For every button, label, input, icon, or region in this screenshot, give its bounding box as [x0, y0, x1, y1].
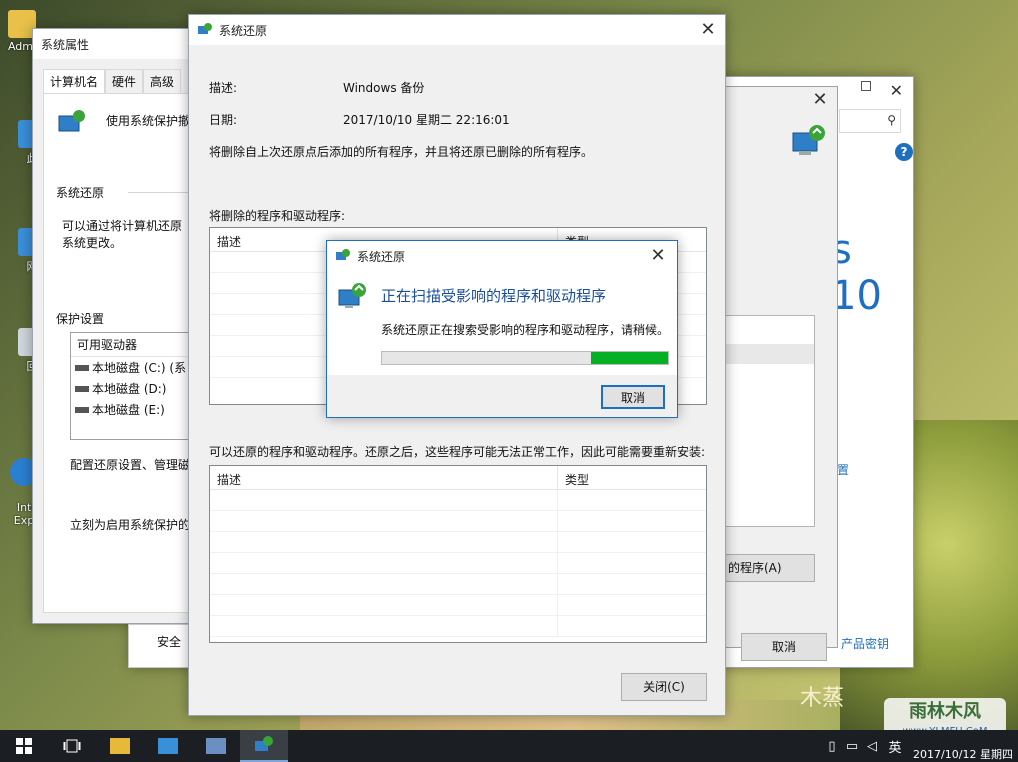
settings-link[interactable]: 置 — [837, 461, 849, 478]
product-key-link[interactable]: 产品密钥 — [841, 635, 889, 652]
windows-logo-icon — [16, 738, 32, 754]
drive-item-c[interactable]: 本地磁盘 (C:) (系 — [71, 357, 193, 378]
volume-icon[interactable]: ◁ — [862, 739, 882, 754]
tab-advanced[interactable]: 高级 — [143, 69, 182, 94]
cancel-button[interactable]: 取消 — [741, 633, 827, 661]
help-icon[interactable]: ? — [895, 143, 913, 161]
window-title: 系统属性 — [41, 37, 90, 52]
watermark-logo-text: 木蒸 — [800, 686, 845, 711]
date-label: 日期: — [209, 113, 238, 127]
watermark-brand: 雨林木风 — [909, 701, 981, 722]
drive-item-e[interactable]: 本地磁盘 (E:) — [71, 399, 193, 420]
security-label: 安全 — [157, 635, 182, 649]
system-restore-large-icon — [337, 281, 369, 313]
tab-hardware[interactable]: 硬件 — [105, 69, 144, 94]
hard-drive-icon — [75, 385, 89, 392]
titlebar: 系统属性 — [33, 29, 191, 59]
protection-description: 使用系统保护撤 — [106, 114, 191, 128]
column-type[interactable]: 类型 — [558, 466, 596, 489]
scan-progress-dialog: 系统还原 ✕ 正在扫描受影响的程序和驱动程序 系统还原正在搜索受影响的程序和驱动… — [326, 240, 678, 418]
tab-panel: 使用系统保护撤 系统还原 可以通过将计算机还原 系统更改。 保护设置 可用驱动器… — [43, 93, 194, 613]
system-restore-taskbar-button[interactable] — [240, 730, 288, 762]
scan-affected-programs-button[interactable]: 的程序(A) — [725, 554, 815, 582]
progress-fill — [590, 352, 668, 364]
search-input[interactable]: ⚲ — [839, 109, 901, 133]
table-row — [210, 553, 706, 574]
configure-restore-text: 配置还原设置、管理磁 — [70, 458, 191, 472]
cancel-button[interactable]: 取消 — [601, 385, 665, 409]
tab-computer-name[interactable]: 计算机名 — [43, 69, 106, 94]
scan-heading: 正在扫描受影响的程序和驱动程序 — [381, 287, 607, 305]
progress-bar — [381, 351, 669, 365]
hard-drive-icon — [75, 364, 89, 371]
restore-point-list[interactable] — [725, 315, 815, 527]
start-button[interactable] — [0, 730, 48, 762]
scan-message: 系统还原正在搜索受影响的程序和驱动程序，请稍候。 — [381, 323, 670, 337]
restore-programs-label: 可以还原的程序和驱动程序。还原之后，这些程序可能无法正常工作，因此可能需要重新安… — [209, 445, 706, 459]
close-icon[interactable]: ✕ — [890, 81, 903, 100]
protection-settings-group-label: 保护设置 — [56, 312, 105, 326]
table-row — [210, 490, 706, 511]
file-explorer-button[interactable] — [96, 730, 144, 762]
system-restore-icon — [789, 123, 829, 163]
task-view-icon — [63, 739, 81, 753]
titlebar: 系统还原 — [189, 15, 725, 45]
table-row — [210, 511, 706, 532]
system-protection-icon — [56, 108, 88, 140]
security-panel: 安全 — [128, 624, 192, 668]
table-row — [210, 616, 706, 637]
tab-strip: 计算机名 硬件 高级 — [43, 69, 182, 94]
drive-item-d[interactable]: 本地磁盘 (D:) — [71, 378, 193, 399]
hard-drive-icon — [75, 406, 89, 413]
divider — [128, 192, 194, 193]
description-label: 描述: — [209, 81, 238, 95]
windows-10-logo-text: s 10 — [831, 227, 882, 319]
control-panel-icon — [158, 738, 178, 754]
date-value: 2017/10/10 星期二 22:16:01 — [343, 113, 510, 127]
drives-list[interactable]: 可用驱动器 本地磁盘 (C:) (系 本地磁盘 (D:) 本地磁盘 (E:) — [70, 332, 194, 440]
system-restore-group-label: 系统还原 — [56, 186, 105, 200]
close-icon[interactable]: ✕ — [697, 19, 719, 41]
maximize-icon[interactable] — [861, 81, 871, 91]
drive-label: 本地磁盘 (C:) (系 — [92, 361, 187, 375]
create-restore-point-text: 立刻为启用系统保护的 — [70, 518, 191, 532]
table-row — [210, 595, 706, 616]
drive-label: 本地磁盘 (E:) — [92, 403, 165, 417]
network-icon[interactable]: ▭ — [842, 739, 862, 754]
window-title: 系统还原 — [219, 23, 268, 38]
system-restore-icon — [255, 736, 273, 751]
system-properties-window: 系统属性 计算机名 硬件 高级 使用系统保护撤 系统还原 可以通过将计算机还原 … — [32, 28, 194, 624]
info-text: 将删除自上次还原点后添加的所有程序，并且将还原已删除的所有程序。 — [209, 145, 594, 159]
system-restore-icon — [197, 22, 213, 38]
system-restore-description: 可以通过将计算机还原 系统更改。 — [62, 219, 183, 250]
system-properties-taskbar-button[interactable] — [192, 730, 240, 762]
clock[interactable]: 2017/10/12 星期四 — [908, 731, 1018, 761]
drive-label: 本地磁盘 (D:) — [92, 382, 167, 396]
close-icon[interactable]: ✕ — [647, 245, 669, 267]
dialog-content: 正在扫描受影响的程序和驱动程序 系统还原正在搜索受影响的程序和驱动程序，请稍候。 — [327, 271, 677, 375]
search-icon: ⚲ — [887, 113, 896, 127]
delete-programs-label: 将删除的程序和驱动程序: — [209, 209, 346, 223]
description-value: Windows 备份 — [343, 81, 425, 95]
column-description[interactable]: 描述 — [210, 466, 558, 489]
drives-column-header: 可用驱动器 — [71, 333, 193, 357]
list-item[interactable] — [726, 344, 814, 364]
programs-to-restore-list[interactable]: 描述 类型 — [209, 465, 707, 643]
control-panel-button[interactable] — [144, 730, 192, 762]
close-icon[interactable]: ✕ — [809, 89, 831, 111]
folder-icon — [110, 738, 130, 754]
table-row — [210, 532, 706, 553]
computer-icon — [206, 738, 226, 754]
list-header: 描述 类型 — [210, 466, 706, 490]
taskbar: ▯ ▭ ◁ 英 2017/10/12 星期四 — [0, 730, 1018, 762]
usb-icon[interactable]: ▯ — [822, 739, 842, 754]
table-row — [210, 574, 706, 595]
input-method-indicator[interactable]: 英 — [882, 737, 908, 756]
system-restore-wizard-window: ✕ 的程序(A) 取消 — [724, 86, 838, 661]
close-button[interactable]: 关闭(C) — [621, 673, 707, 701]
window-title: 系统还原 — [357, 249, 406, 264]
task-view-button[interactable] — [48, 730, 96, 762]
titlebar: 系统还原 — [327, 241, 677, 271]
system-restore-icon — [335, 248, 351, 264]
